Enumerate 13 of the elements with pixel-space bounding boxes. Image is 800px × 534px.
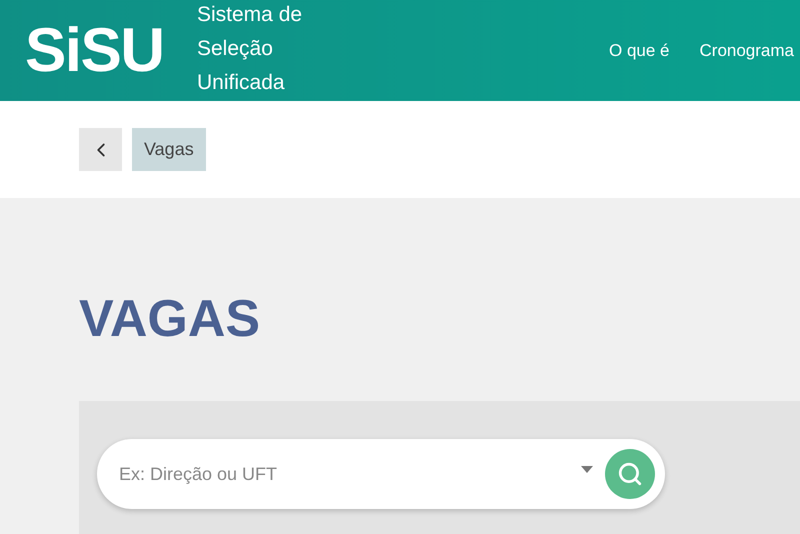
search-bar[interactable]: Ex: Direção ou UFT [97, 439, 665, 509]
logo-subtitle: Seleção [197, 36, 274, 62]
logo[interactable]: SiSU [25, 20, 190, 82]
page-title: VAGAS [79, 293, 262, 345]
logo-subtitle: Sistema de [197, 2, 302, 28]
search-button[interactable] [605, 449, 655, 499]
search-field[interactable]: Ex: Direção ou UFT [119, 460, 581, 488]
breadcrumb-link[interactable]: Vagas [132, 128, 206, 171]
logo-subtitle: Unificada [197, 70, 286, 96]
nav-link[interactable]: Cronograma [700, 38, 794, 64]
search-icon [617, 461, 643, 487]
dropdown-caret-icon[interactable] [581, 466, 593, 472]
nav-link[interactable]: O que é [609, 38, 670, 64]
